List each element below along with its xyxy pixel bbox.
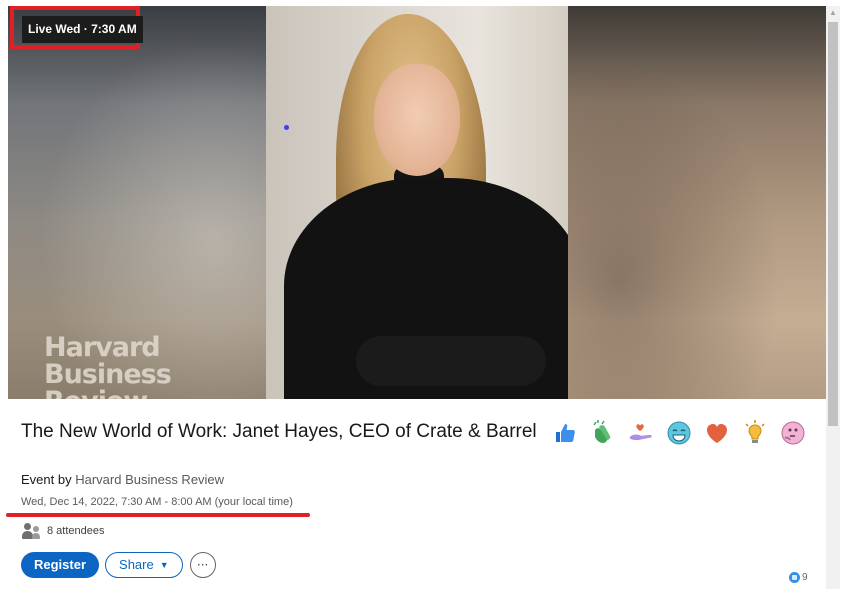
vertical-scrollbar[interactable]: ▲: [826, 6, 840, 589]
reactions-count[interactable]: 9: [789, 572, 808, 583]
event-video-preview[interactable]: Harvard Business Review Live Wed · 7:30 …: [8, 6, 826, 399]
share-label: Share: [119, 557, 154, 572]
attendees-row[interactable]: 8 attendees: [22, 522, 105, 540]
datetime-underline-annotation: [6, 513, 310, 517]
scrollbar-thumb[interactable]: [828, 22, 838, 426]
event-page: Harvard Business Review Live Wed · 7:30 …: [6, 6, 826, 589]
scroll-up-icon[interactable]: ▲: [826, 6, 840, 20]
event-by-label: Event by: [21, 472, 72, 487]
caret-down-icon: ▼: [159, 560, 169, 570]
like-mini-icon: [789, 572, 800, 583]
share-button[interactable]: Share ▼: [105, 552, 183, 578]
register-button[interactable]: Register: [21, 552, 100, 578]
video-blur-right: [568, 6, 826, 399]
people-icon: [22, 522, 40, 540]
cursor-dot: [284, 125, 289, 130]
laughing-face-icon[interactable]: [666, 420, 692, 446]
organizer-link[interactable]: Harvard Business Review: [75, 472, 224, 487]
live-badge-highlight: Live Wed · 7:30 AM: [10, 6, 143, 49]
support-heart-hand-icon[interactable]: [628, 420, 654, 446]
attendees-count: 8 attendees: [47, 525, 105, 537]
event-datetime: Wed, Dec 14, 2022, 7:30 AM - 8:00 AM (yo…: [21, 496, 293, 508]
reaction-bar: [552, 420, 818, 446]
reactions-count-value: 9: [802, 572, 808, 583]
heart-icon[interactable]: [704, 420, 730, 446]
lightbulb-icon[interactable]: [742, 420, 768, 446]
more-options-button[interactable]: ···: [189, 552, 216, 578]
clapping-hands-icon[interactable]: [590, 420, 616, 446]
live-badge: Live Wed · 7:30 AM: [22, 16, 143, 43]
hbr-watermark-logo: Harvard Business Review: [44, 332, 172, 399]
event-title: The New World of Work: Janet Hayes, CEO …: [21, 421, 537, 442]
thinking-face-icon[interactable]: [780, 420, 806, 446]
speaker-portrait: [266, 6, 568, 399]
thumbs-up-icon[interactable]: [552, 420, 578, 446]
event-actions: Register Share ▼ ···: [21, 552, 216, 578]
event-organizer-line: Event by Harvard Business Review: [21, 472, 224, 487]
